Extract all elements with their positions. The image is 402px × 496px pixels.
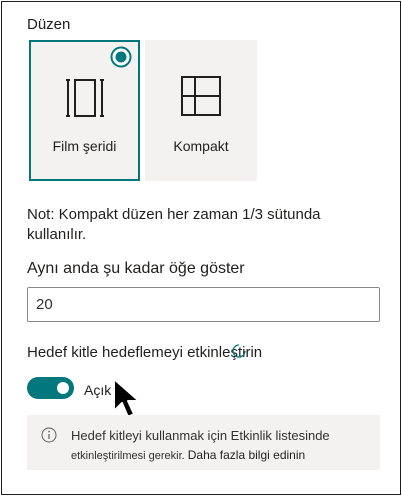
info-icon — [41, 427, 57, 443]
compact-grid-icon — [181, 76, 221, 116]
layout-section-label: Düzen — [27, 16, 71, 33]
layout-option-label: Kompakt — [173, 138, 229, 154]
item-count-input[interactable] — [27, 287, 380, 322]
info-message-text: Hedef kitleyi kullanmak için Etkinlik li… — [71, 428, 330, 443]
audience-targeting-toggle[interactable] — [27, 377, 74, 399]
layout-option-label: Film şeridi — [52, 138, 117, 154]
layout-note: Not: Kompakt düzen her zaman 1/3 sütunda… — [27, 206, 321, 243]
filmstrip-icon — [65, 79, 104, 117]
info-message-text-2: etkinleştirilmesi gerekir. Daha fazla bi… — [71, 448, 305, 462]
audience-targeting-label: Hedef kitle hedeflemeyi etkinleştirin — [27, 344, 263, 361]
layout-option-filmstrip[interactable]: Film şeridi — [29, 40, 140, 181]
toggle-state-label: Açık — [84, 382, 112, 398]
info-message-box: Hedef kitleyi kullanmak için Etkinlik li… — [27, 415, 380, 470]
info-message-continuation: etkinleştirilmesi gerekir. — [71, 450, 185, 462]
layout-option-compact[interactable]: Kompakt — [145, 40, 257, 181]
selected-radio-icon — [110, 46, 132, 68]
loading-spinner-icon — [232, 344, 246, 358]
item-count-label: Aynı anda şu kadar öğe göster — [27, 260, 245, 277]
toggle-knob — [57, 382, 69, 394]
learn-more-link[interactable]: Daha fazla bilgi edinin — [188, 448, 305, 462]
property-pane: Düzen Film şeridi Kompakt Not: Kompakt d… — [1, 1, 401, 495]
